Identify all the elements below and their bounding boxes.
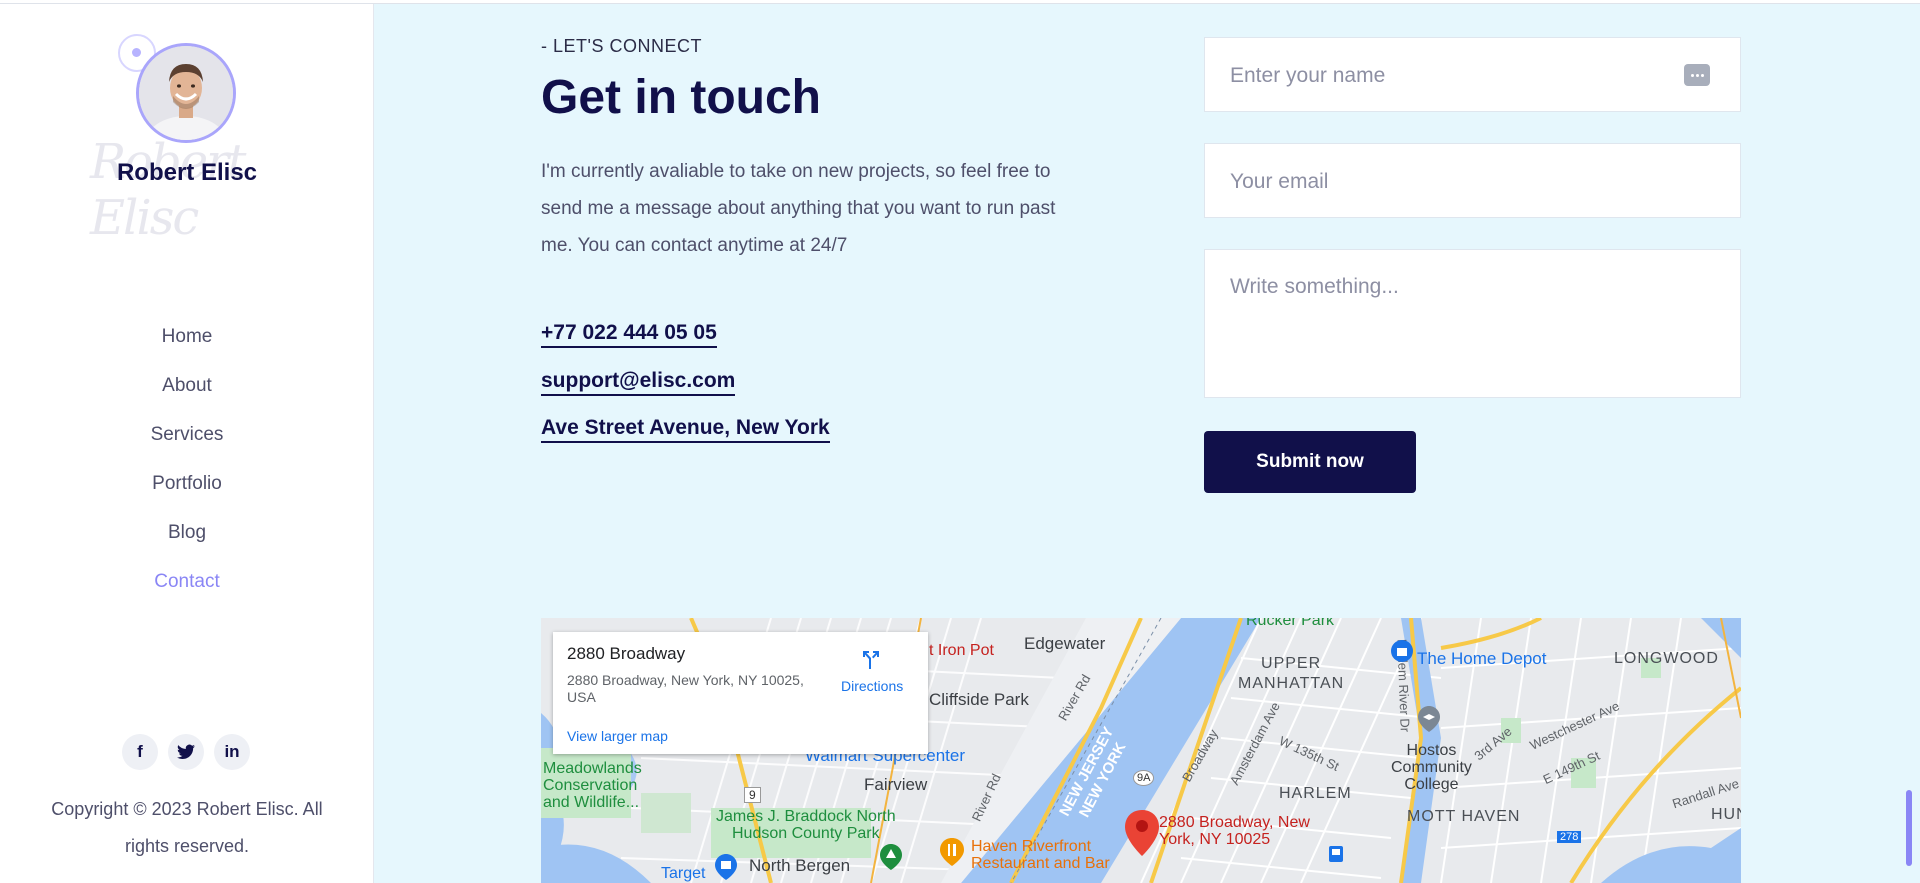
map-pin-icon[interactable] xyxy=(1125,810,1159,856)
twitter-icon[interactable] xyxy=(168,734,204,770)
map-card-title: 2880 Broadway xyxy=(567,644,686,663)
address-link[interactable]: Ave Street Avenue, New York xyxy=(541,415,830,443)
map-label-edgewater: Edgewater xyxy=(1024,634,1106,653)
map-label-mott-haven: MOTT HAVEN xyxy=(1407,808,1521,825)
map-label-braddock: James J. Braddock North Hudson County Pa… xyxy=(716,808,896,842)
shopping-bag-icon xyxy=(1391,640,1413,662)
phone-link[interactable]: +77 022 444 05 05 xyxy=(541,320,717,348)
route-9-shield: 9 xyxy=(744,787,761,803)
sidebar-nav: Home About Services Portfolio Blog Conta… xyxy=(0,326,374,620)
school-icon xyxy=(1418,706,1440,732)
map-info-card: 2880 Broadway 2880 Broadway, New York, N… xyxy=(553,632,928,754)
embedded-map[interactable]: t Iron Pot Edgewater Cliffside Park Rive… xyxy=(541,618,1741,883)
directions-link[interactable]: Directions xyxy=(841,678,903,694)
copyright-text: Copyright © 2023 Robert Elisc. All right… xyxy=(51,799,323,856)
bus-stop-icon xyxy=(1329,846,1343,862)
message-placeholder: Write something... xyxy=(1230,275,1399,298)
linkedin-icon[interactable]: in xyxy=(214,734,250,770)
name-placeholder: Enter your name xyxy=(1230,64,1386,87)
profile-name: Robert Elisc xyxy=(116,159,258,186)
store-icon xyxy=(715,854,737,880)
map-label-harlem: HARLEM xyxy=(1279,785,1352,802)
message-textarea[interactable]: Write something... xyxy=(1204,249,1741,398)
avatar xyxy=(136,43,236,143)
page-title: Get in touch xyxy=(541,71,821,124)
map-label-iron-pot: t Iron Pot xyxy=(929,642,994,659)
map-label-hostos: Hostos Community College xyxy=(1391,742,1472,793)
social-links: f in xyxy=(122,734,250,770)
route-278-shield: 278 xyxy=(1557,831,1582,843)
map-label-hun: HUN xyxy=(1711,806,1741,823)
map-label-fairview: Fairview xyxy=(864,775,928,794)
nav-item-contact[interactable]: Contact xyxy=(0,571,374,620)
nav-item-portfolio[interactable]: Portfolio xyxy=(0,473,374,522)
email-placeholder: Your email xyxy=(1230,170,1329,193)
directions-icon[interactable] xyxy=(859,648,883,672)
autofill-dots-icon[interactable] xyxy=(1684,64,1710,86)
map-label-cliffside: Cliffside Park xyxy=(929,690,1029,709)
map-label-longwood: LONGWOOD xyxy=(1614,650,1719,667)
nav-item-home[interactable]: Home xyxy=(0,326,374,375)
nav-item-blog[interactable]: Blog xyxy=(0,522,374,571)
email-link[interactable]: support@elisc.com xyxy=(541,368,736,396)
email-field[interactable]: Your email xyxy=(1204,143,1741,218)
nav-item-about[interactable]: About xyxy=(0,375,374,424)
map-label-rucker: Rucker Park xyxy=(1246,618,1335,629)
facebook-icon[interactable]: f xyxy=(122,734,158,770)
section-eyebrow: - LET'S CONNECT xyxy=(541,36,702,56)
nav-item-services[interactable]: Services xyxy=(0,424,374,473)
park-tree-icon xyxy=(880,844,902,870)
map-card-address: 2880 Broadway, New York, NY 10025, USA xyxy=(567,672,804,705)
map-label-meadowlands: Meadowlands Conservation and Wildlife... xyxy=(543,760,642,811)
map-label-target: Target xyxy=(661,865,706,882)
intro-text: I'm currently avaliable to take on new p… xyxy=(541,161,1056,256)
submit-button[interactable]: Submit now xyxy=(1204,431,1416,493)
sidebar: Robert Elisc Robert Elisc Home About Ser… xyxy=(0,4,374,883)
avatar-area xyxy=(118,34,248,144)
map-label-north-bergen: North Bergen xyxy=(749,856,851,875)
map-pin-label: 2880 Broadway, New York, NY 10025 xyxy=(1159,814,1310,848)
map-label-home-depot: The Home Depot xyxy=(1417,649,1547,668)
map-label-haven: Haven Riverfront Restaurant and Bar xyxy=(971,838,1110,872)
page-scrollbar[interactable] xyxy=(1906,790,1912,866)
restaurant-icon xyxy=(940,838,964,866)
name-field[interactable]: Enter your name xyxy=(1204,37,1741,112)
view-larger-map-link[interactable]: View larger map xyxy=(567,728,668,744)
map-label-upper-manhattan: UPPER MANHATTAN xyxy=(1238,655,1345,692)
